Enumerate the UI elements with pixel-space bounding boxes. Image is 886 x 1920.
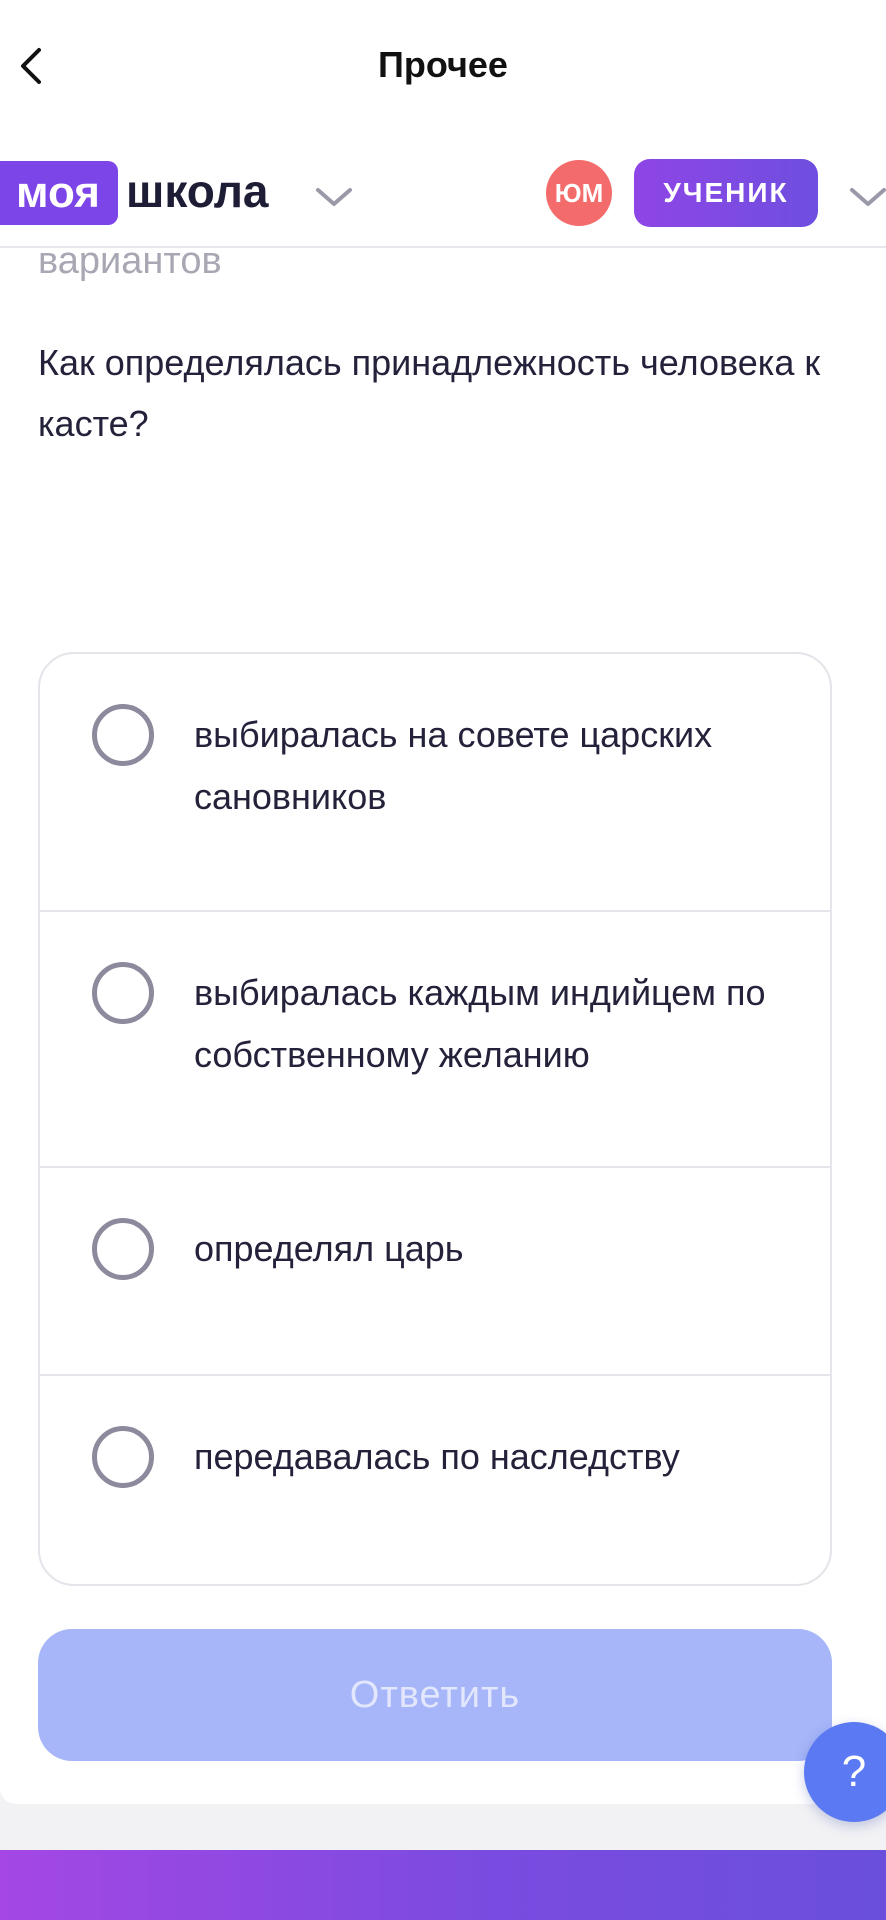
answer-option-label: передавалась по наследству xyxy=(194,1436,680,1477)
answer-options: выбиралась на совете царских сановников … xyxy=(38,652,832,1586)
radio-button[interactable] xyxy=(92,1426,154,1488)
bottom-bar xyxy=(0,1850,886,1920)
top-nav-bar: Прочее xyxy=(0,0,886,128)
page-title: Прочее xyxy=(378,44,508,85)
question-mark-icon: ? xyxy=(841,1747,867,1796)
radio-button[interactable] xyxy=(92,962,154,1024)
chevron-down-icon[interactable] xyxy=(848,182,886,212)
role-badge[interactable]: УЧЕНИК xyxy=(634,159,818,227)
answer-option[interactable]: определял царь xyxy=(40,1168,830,1376)
chevron-down-icon[interactable] xyxy=(314,182,354,212)
answer-option[interactable]: передавалась по наследству xyxy=(40,1376,830,1584)
answer-option-label: выбиралась каждым индийцем по собственно… xyxy=(194,972,766,1075)
submit-button[interactable]: Ответить xyxy=(38,1629,832,1761)
radio-button[interactable] xyxy=(92,1218,154,1280)
radio-button[interactable] xyxy=(92,704,154,766)
hint-text: вариантов xyxy=(38,248,222,282)
answer-option[interactable]: выбиралась каждым индийцем по собственно… xyxy=(40,912,830,1168)
task-card: вариантов Как определялась принадлежност… xyxy=(0,248,886,1804)
app-header: моя школа ЮМ УЧЕНИК xyxy=(0,128,886,248)
screen: Прочее моя школа ЮМ УЧЕНИК вариантов Как… xyxy=(0,0,886,1920)
avatar[interactable]: ЮМ xyxy=(546,160,612,226)
logo-badge: моя xyxy=(0,161,118,225)
answer-option[interactable]: выбиралась на совете царских сановников xyxy=(40,654,830,912)
answer-option-label: выбиралась на совете царских сановников xyxy=(194,714,713,817)
question-text: Как определялась принадлежность человека… xyxy=(38,342,821,444)
logo-text: школа xyxy=(126,165,269,217)
answer-option-label: определял царь xyxy=(194,1228,464,1269)
